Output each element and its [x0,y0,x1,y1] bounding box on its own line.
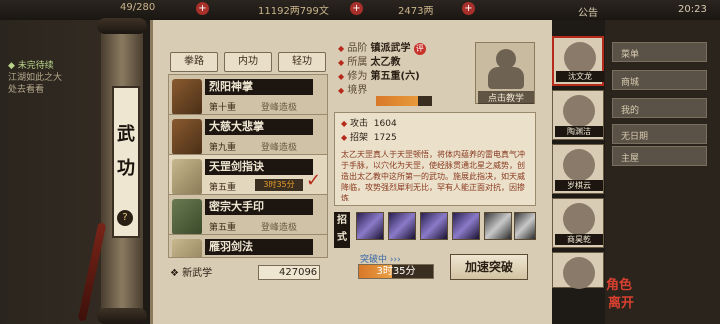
move-icon[interactable] [420,212,448,240]
skill-item[interactable]: 密宗大手印 第五重 登峰造极 [168,194,328,238]
breakthrough-progress: 3时35分 [358,264,434,279]
skill-timer: 3时35分 [255,179,303,191]
realm-progress-fill [376,96,418,106]
rank-badge[interactable]: 评 [413,43,426,55]
right-menu-item-2[interactable]: 商城 [612,70,707,90]
skill-item[interactable]: 雁羽剑法 [168,234,328,258]
skill-name: 天罡剑指诀 [205,159,313,175]
skill-level: 第十重 [209,103,237,113]
hero-avatar [563,203,595,235]
add-money-button[interactable]: + [350,2,363,15]
skill-status: 登峰造极 [261,223,298,233]
hero-card[interactable]: 商昊乾 [552,198,604,248]
skill-name: 烈阳神掌 [205,79,313,95]
leave-button[interactable]: 离开 [608,292,634,311]
skill-item[interactable]: 大慈大悲掌 第九重 登峰造极 [168,114,328,158]
hero-avatar [563,95,595,127]
hero-name: 商昊乾 [555,234,603,245]
right-menu-item-5[interactable]: 主屋 [612,146,707,166]
book-icon [172,199,202,235]
tab-internal[interactable]: 内功 [224,52,272,72]
role-button[interactable]: 角色 [606,274,632,293]
skill-item-selected[interactable]: 天罡剑指诀 第五重 3时35分 [168,154,328,198]
realm-progress-bar [376,96,432,106]
hero-card[interactable]: 陶渊洁 [552,90,604,140]
move-icon[interactable] [484,212,512,240]
scroll-cap-bottom [97,308,147,324]
book-icon [172,119,202,155]
gold-counter: 2473两 [398,6,434,17]
right-menu-item-3[interactable]: 我的 [612,98,707,118]
scroll-cap-top [97,18,147,34]
hero-avatar [564,42,596,74]
add-gold-button[interactable]: + [462,2,475,15]
tab-fist[interactable]: 拳路 [170,52,218,72]
tab-lightness[interactable]: 轻功 [278,52,326,72]
progress-time: 3时35分 [376,266,416,277]
skill-name: 雁羽剑法 [205,239,313,255]
accelerate-breakthrough-button[interactable]: 加速突破 [450,254,528,280]
stamina-counter: 49/280 [120,2,156,13]
skill-name: 密宗大手印 [205,199,313,215]
hero-avatar [563,257,595,289]
quest-desc-2: 处去看看 [8,85,45,95]
move-icon[interactable] [356,212,384,240]
quest-desc-1: 江湖如此之大 [8,73,63,83]
quest-tracker[interactable]: ◆ 未完待续 江湖如此之大 处去看看 [8,60,98,96]
help-icon[interactable]: ? [117,210,133,226]
hero-name: 岁棋云 [555,180,603,191]
right-menu-item-4[interactable]: 无日期 [612,124,707,144]
hero-avatar [563,149,595,181]
stats-box: ◆ 攻击 1604 ◆ 招架 1725 太乙天罡真人于天罡顿悟，将体内蕴养的雷电… [334,112,536,206]
move-icon[interactable] [388,212,416,240]
teach-portrait-button[interactable]: 点击教学 [475,42,535,104]
move-icon[interactable] [452,212,480,240]
skill-name: 大慈大悲掌 [205,119,313,135]
add-stamina-button[interactable]: + [196,2,209,15]
money-counter: 11192两799文 [258,6,329,17]
new-skill-button[interactable]: ❖ 新武学 [170,264,212,279]
skill-status: 登峰造极 [261,143,298,153]
skill-level: 第九重 [209,143,237,153]
skill-item[interactable]: 烈阳神掌 第十重 登峰造极 [168,74,328,118]
figure-body [488,67,524,89]
title-char-1: 武 [117,124,135,145]
skill-level: 第五重 [209,183,237,193]
hero-name: 沈文龙 [556,71,604,82]
attack-row: ◆ 攻击 1604 [341,119,397,129]
skill-description: 太乙天罡真人于天罡顿悟，将体内蕴养的雷电真气冲于手脉，以穴化为天罡，使经脉贯通北… [341,150,525,201]
parry-row: ◆ 招架 1725 [341,133,397,143]
teach-label: 点击教学 [478,91,534,104]
hero-card[interactable]: 沈文龙 [552,36,604,86]
skill-info: ◆ 品阶 镇派武学 评 ◆ 所属 太乙教 ◆ 修为 第五重(六) ◆ 境界 [338,43,426,96]
top-resource-bar: 49/280 + 11192两799文 + 2473两 + 公告 20:23 [0,0,720,20]
clock: 20:23 [678,4,707,15]
skill-level: 第五重 [209,223,237,233]
quest-title: ◆ 未完待续 [8,61,54,71]
move-icon[interactable] [514,212,536,240]
book-icon [172,159,202,195]
hero-card[interactable] [552,252,604,289]
book-icon [172,239,202,257]
hero-card[interactable]: 岁棋云 [552,144,604,194]
moves-label: 招式 [334,212,350,248]
skill-status: 登峰造极 [261,103,298,113]
title-char-2: 功 [117,158,135,179]
notice-button[interactable]: 公告 [578,4,598,19]
checkmark-icon: ✓ [306,170,322,191]
figure-head [496,49,516,69]
hero-name: 陶渊洁 [555,126,603,137]
skill-count: 427096 [258,265,320,280]
corner-role-leave[interactable]: 角色 [606,274,632,293]
right-menu-item-1[interactable]: 菜单 [612,42,707,62]
book-icon [172,79,202,115]
